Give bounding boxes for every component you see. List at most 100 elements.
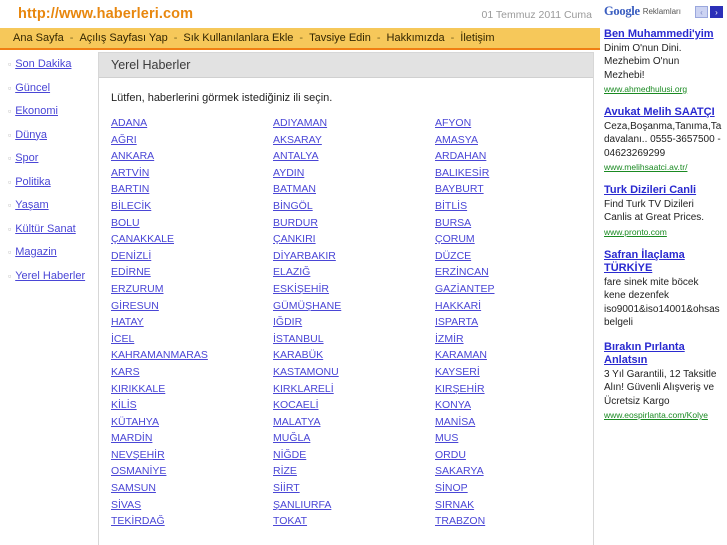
city-link[interactable]: ARDAHAN [435, 148, 585, 165]
ad-title-link[interactable]: Avukat Melih SAATÇI [604, 106, 725, 120]
city-link[interactable]: AMASYA [435, 132, 585, 149]
city-link[interactable]: SIRNAK [435, 497, 585, 514]
city-link[interactable]: RİZE [273, 463, 435, 480]
city-link[interactable]: ADIYAMAN [273, 115, 435, 132]
sidebar-item-label[interactable]: Güncel [15, 82, 50, 94]
city-link[interactable]: BALIKESİR [435, 165, 585, 182]
city-link[interactable]: SİVAS [111, 497, 273, 514]
sidebar-item-kültür-sanat[interactable]: ▫ Kültür Sanat [8, 223, 92, 235]
ad-title-link[interactable]: Turk Dizileri Canli [604, 184, 725, 198]
sidebar-item-label[interactable]: Spor [15, 152, 38, 164]
city-link[interactable]: BİLECİK [111, 198, 273, 215]
city-link[interactable]: KIRŞEHİR [435, 381, 585, 398]
city-link[interactable]: SİNOP [435, 480, 585, 497]
city-link[interactable]: KARABÜK [273, 347, 435, 364]
city-link[interactable]: HAKKARİ [435, 298, 585, 315]
city-link[interactable]: TRABZON [435, 513, 585, 530]
ad-url-link[interactable]: www.eospirlanta.com/Kolye [604, 409, 725, 421]
city-link[interactable]: DİYARBAKIR [273, 248, 435, 265]
nav-item-0[interactable]: Ana Sayfa [12, 32, 65, 44]
sidebar-item-yerel-haberler[interactable]: ▫ Yerel Haberler [8, 270, 92, 282]
city-link[interactable]: ŞANLIURFA [273, 497, 435, 514]
sidebar-item-label[interactable]: Yaşam [15, 199, 48, 211]
chevron-right-icon[interactable]: › [710, 5, 723, 18]
ad-title-link[interactable]: Ben Muhammedi'yim [604, 28, 725, 42]
sidebar-item-label[interactable]: Kültür Sanat [15, 223, 76, 235]
city-link[interactable]: GİRESUN [111, 298, 273, 315]
city-link[interactable]: KONYA [435, 397, 585, 414]
city-link[interactable]: AKSARAY [273, 132, 435, 149]
city-link[interactable]: AYDIN [273, 165, 435, 182]
sidebar-item-dünya[interactable]: ▫ Dünya [8, 129, 92, 141]
city-link[interactable]: MUS [435, 430, 585, 447]
ad-title-link[interactable]: Safran İlaçlama TÜRKİYE [604, 249, 725, 276]
city-link[interactable]: BATMAN [273, 181, 435, 198]
city-link[interactable]: KAYSERİ [435, 364, 585, 381]
city-link[interactable]: ERZİNCAN [435, 264, 585, 281]
ad-title-link[interactable]: Bırakın Pırlanta Anlatsın [604, 341, 725, 368]
ad-url-link[interactable]: www.pronto.com [604, 226, 725, 238]
sidebar-item-label[interactable]: Ekonomi [15, 105, 58, 117]
city-link[interactable]: ÇANAKKALE [111, 231, 273, 248]
sidebar-item-label[interactable]: Magazin [15, 246, 57, 258]
city-link[interactable]: MANİSA [435, 414, 585, 431]
city-link[interactable]: BİTLİS [435, 198, 585, 215]
city-link[interactable]: ÇORUM [435, 231, 585, 248]
city-link[interactable]: BAYBURT [435, 181, 585, 198]
city-link[interactable]: KARAMAN [435, 347, 585, 364]
sidebar-item-güncel[interactable]: ▫ Güncel [8, 82, 92, 94]
city-link[interactable]: DENİZLİ [111, 248, 273, 265]
city-link[interactable]: TOKAT [273, 513, 435, 530]
city-link[interactable]: NİĞDE [273, 447, 435, 464]
city-link[interactable]: TEKİRDAĞ [111, 513, 273, 530]
ad-url-link[interactable]: www.melihsaatci.av.tr/ [604, 161, 725, 173]
city-link[interactable]: ÇANKIRI [273, 231, 435, 248]
city-link[interactable]: ESKİŞEHİR [273, 281, 435, 298]
city-link[interactable]: SAMSUN [111, 480, 273, 497]
city-link[interactable]: BİNGÖL [273, 198, 435, 215]
city-link[interactable]: IĞDIR [273, 314, 435, 331]
chevron-left-icon[interactable]: ‹ [695, 5, 708, 18]
sidebar-item-son-dakika[interactable]: ▫ Son Dakika [8, 58, 92, 70]
city-link[interactable]: DÜZCE [435, 248, 585, 265]
sidebar-item-ekonomi[interactable]: ▫ Ekonomi [8, 105, 92, 117]
city-link[interactable]: BURDUR [273, 215, 435, 232]
city-link[interactable]: KIRKLARELİ [273, 381, 435, 398]
city-link[interactable]: ANTALYA [273, 148, 435, 165]
city-link[interactable]: ADANA [111, 115, 273, 132]
city-link[interactable]: KASTAMONU [273, 364, 435, 381]
sidebar-item-label[interactable]: Yerel Haberler [15, 270, 85, 282]
nav-item-3[interactable]: Tavsiye Edin [308, 32, 372, 44]
city-link[interactable]: ANKARA [111, 148, 273, 165]
city-link[interactable]: AĞRI [111, 132, 273, 149]
city-link[interactable]: SİİRT [273, 480, 435, 497]
sidebar-item-politika[interactable]: ▫ Politika [8, 176, 92, 188]
ad-url-link[interactable]: www.ahmedhulusi.org [604, 83, 725, 95]
city-link[interactable]: GAZİANTEP [435, 281, 585, 298]
city-link[interactable]: İSTANBUL [273, 331, 435, 348]
nav-item-1[interactable]: Açılış Sayfası Yap [78, 32, 168, 44]
nav-item-5[interactable]: İletişim [459, 32, 495, 44]
sidebar-item-spor[interactable]: ▫ Spor [8, 152, 92, 164]
city-link[interactable]: HATAY [111, 314, 273, 331]
nav-item-2[interactable]: Sık Kullanılanlara Ekle [182, 32, 294, 44]
sidebar-item-label[interactable]: Politika [15, 176, 50, 188]
city-link[interactable]: NEVŞEHİR [111, 447, 273, 464]
city-link[interactable]: ISPARTA [435, 314, 585, 331]
sidebar-item-label[interactable]: Son Dakika [15, 58, 71, 70]
city-link[interactable]: KAHRAMANMARAS [111, 347, 273, 364]
city-link[interactable]: BARTIN [111, 181, 273, 198]
city-link[interactable]: KARS [111, 364, 273, 381]
city-link[interactable]: KOCAELİ [273, 397, 435, 414]
sidebar-item-label[interactable]: Dünya [15, 129, 47, 141]
site-logo[interactable]: http://www.haberleri.com [18, 6, 193, 22]
city-link[interactable]: KİLİS [111, 397, 273, 414]
city-link[interactable]: İCEL [111, 331, 273, 348]
city-link[interactable]: MALATYA [273, 414, 435, 431]
city-link[interactable]: MUĞLA [273, 430, 435, 447]
nav-item-4[interactable]: Hakkımızda [386, 32, 446, 44]
city-link[interactable]: KIRIKKALE [111, 381, 273, 398]
city-link[interactable]: BOLU [111, 215, 273, 232]
city-link[interactable]: MARDİN [111, 430, 273, 447]
city-link[interactable]: AFYON [435, 115, 585, 132]
